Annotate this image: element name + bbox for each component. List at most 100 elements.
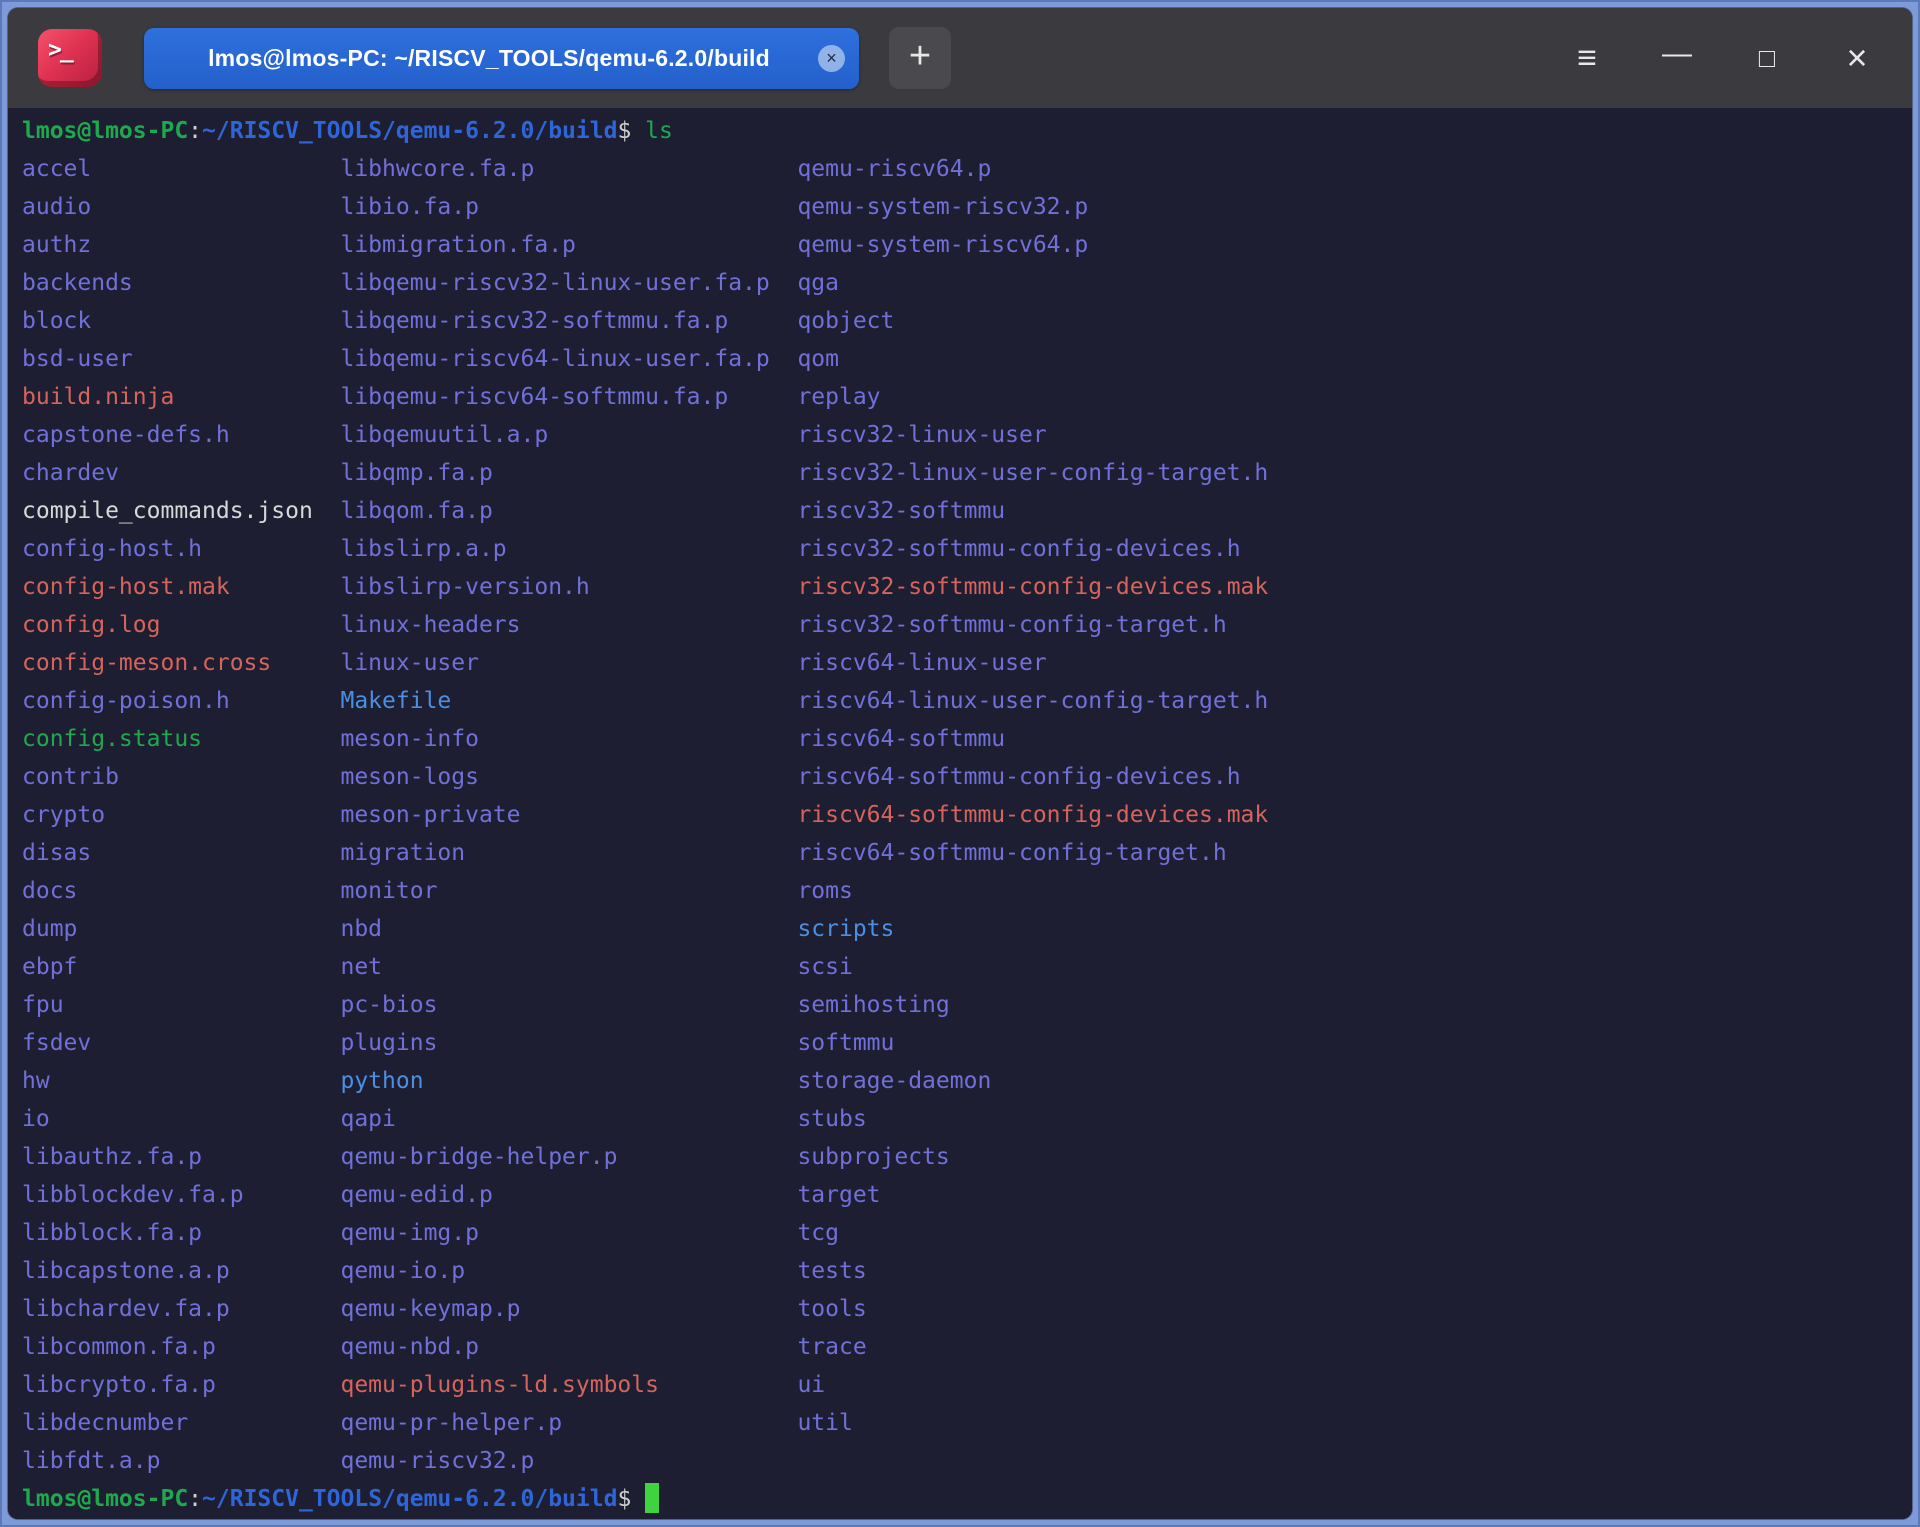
file-entry: tcg xyxy=(797,1214,1912,1252)
prompt-glyph-icon: >_ xyxy=(48,39,72,62)
file-entry: softmmu xyxy=(797,1024,1912,1062)
prompt-segment: $ xyxy=(617,1486,645,1512)
file-entry: riscv32-softmmu xyxy=(797,492,1912,530)
file-entry: riscv64-linux-user-config-target.h xyxy=(797,682,1912,720)
file-entry: libcrypto.fa.p xyxy=(22,1366,340,1404)
terminal-cursor xyxy=(645,1483,659,1513)
file-entry: meson-private xyxy=(340,796,797,834)
close-icon[interactable]: × xyxy=(1832,33,1882,83)
file-entry: nbd xyxy=(340,910,797,948)
file-entry: config-poison.h xyxy=(22,682,340,720)
file-entry: capstone-defs.h xyxy=(22,416,340,454)
file-entry: qemu-nbd.p xyxy=(340,1328,797,1366)
file-entry: qemu-riscv64.p xyxy=(797,150,1912,188)
window-controls: ≡ — □ × xyxy=(1562,33,1882,83)
file-entry: libqmp.fa.p xyxy=(340,454,797,492)
file-entry: libslirp-version.h xyxy=(340,568,797,606)
file-entry: roms xyxy=(797,872,1912,910)
file-entry: subprojects xyxy=(797,1138,1912,1176)
file-entry: scripts xyxy=(797,910,1912,948)
file-entry: hw xyxy=(22,1062,340,1100)
file-entry: riscv64-softmmu-config-devices.mak xyxy=(797,796,1912,834)
file-entry: riscv32-softmmu-config-devices.h xyxy=(797,530,1912,568)
file-entry: libio.fa.p xyxy=(340,188,797,226)
file-entry: qemu-io.p xyxy=(340,1252,797,1290)
prompt-segment: $ xyxy=(617,118,645,144)
prompt-line-command: lmos@lmos-PC:~/RISCV_TOOLS/qemu-6.2.0/bu… xyxy=(22,112,1912,150)
tab-close-icon[interactable]: × xyxy=(818,45,845,72)
file-entry: libqom.fa.p xyxy=(340,492,797,530)
file-entry: pc-bios xyxy=(340,986,797,1024)
file-entry: config-meson.cross xyxy=(22,644,340,682)
file-entry: qemu-system-riscv32.p xyxy=(797,188,1912,226)
file-entry: compile_commands.json xyxy=(22,492,340,530)
file-entry: riscv32-linux-user xyxy=(797,416,1912,454)
tab-active[interactable]: lmos@lmos-PC: ~/RISCV_TOOLS/qemu-6.2.0/b… xyxy=(144,28,859,89)
menu-icon[interactable]: ≡ xyxy=(1562,33,1612,83)
file-entry: docs xyxy=(22,872,340,910)
file-entry: audio xyxy=(22,188,340,226)
file-listing: accelaudioauthzbackendsblockbsd-userbuil… xyxy=(22,150,1912,1480)
file-entry: libqemu-riscv64-softmmu.fa.p xyxy=(340,378,797,416)
file-entry: tools xyxy=(797,1290,1912,1328)
file-entry: plugins xyxy=(340,1024,797,1062)
file-entry: qemu-img.p xyxy=(340,1214,797,1252)
file-entry: libblockdev.fa.p xyxy=(22,1176,340,1214)
file-entry: qemu-riscv32.p xyxy=(340,1442,797,1480)
file-entry: migration xyxy=(340,834,797,872)
file-entry: riscv64-softmmu-config-target.h xyxy=(797,834,1912,872)
file-entry: io xyxy=(22,1100,340,1138)
file-entry: contrib xyxy=(22,758,340,796)
desktop: { "window": { "app_icon_glyph": ">_", "t… xyxy=(0,0,1920,1527)
file-entry: linux-user xyxy=(340,644,797,682)
file-entry: build.ninja xyxy=(22,378,340,416)
file-entry: qobject xyxy=(797,302,1912,340)
file-entry: libhwcore.fa.p xyxy=(340,150,797,188)
file-entry: qemu-pr-helper.p xyxy=(340,1404,797,1442)
file-entry: qemu-plugins-ld.symbols xyxy=(340,1366,797,1404)
file-column-3: qemu-riscv64.pqemu-system-riscv32.pqemu-… xyxy=(797,150,1912,1442)
minimize-icon[interactable]: — xyxy=(1652,33,1702,83)
file-entry: ui xyxy=(797,1366,1912,1404)
file-entry: libchardev.fa.p xyxy=(22,1290,340,1328)
file-entry: libqemuutil.a.p xyxy=(340,416,797,454)
file-entry: replay xyxy=(797,378,1912,416)
file-entry: net xyxy=(340,948,797,986)
file-entry: monitor xyxy=(340,872,797,910)
file-entry: config-host.mak xyxy=(22,568,340,606)
new-tab-button[interactable]: + xyxy=(889,27,951,89)
file-entry: disas xyxy=(22,834,340,872)
file-entry: qga xyxy=(797,264,1912,302)
file-entry: dump xyxy=(22,910,340,948)
maximize-icon[interactable]: □ xyxy=(1742,33,1792,83)
file-entry: tests xyxy=(797,1252,1912,1290)
file-entry: riscv32-softmmu-config-devices.mak xyxy=(797,568,1912,606)
file-entry: meson-info xyxy=(340,720,797,758)
file-entry: qemu-keymap.p xyxy=(340,1290,797,1328)
file-entry: trace xyxy=(797,1328,1912,1366)
terminal-app-icon: >_ xyxy=(38,29,102,87)
file-entry: python xyxy=(340,1062,797,1100)
file-entry: libcommon.fa.p xyxy=(22,1328,340,1366)
file-entry: bsd-user xyxy=(22,340,340,378)
prompt-segment: ~/RISCV_TOOLS/qemu-6.2.0/build xyxy=(202,1486,617,1512)
terminal-window: >_ lmos@lmos-PC: ~/RISCV_TOOLS/qemu-6.2.… xyxy=(8,8,1912,1519)
file-entry: semihosting xyxy=(797,986,1912,1024)
file-entry: linux-headers xyxy=(340,606,797,644)
file-entry: libcapstone.a.p xyxy=(22,1252,340,1290)
file-entry: config.status xyxy=(22,720,340,758)
terminal-content[interactable]: lmos@lmos-PC:~/RISCV_TOOLS/qemu-6.2.0/bu… xyxy=(8,108,1912,1519)
file-entry: qemu-system-riscv64.p xyxy=(797,226,1912,264)
file-entry: riscv32-linux-user-config-target.h xyxy=(797,454,1912,492)
prompt-segment: ~/RISCV_TOOLS/qemu-6.2.0/build xyxy=(202,118,617,144)
file-entry: stubs xyxy=(797,1100,1912,1138)
file-entry: libqemu-riscv32-linux-user.fa.p xyxy=(340,264,797,302)
file-entry: riscv64-linux-user xyxy=(797,644,1912,682)
prompt-segment: : xyxy=(188,118,202,144)
file-entry: libdecnumber xyxy=(22,1404,340,1442)
file-entry: fpu xyxy=(22,986,340,1024)
file-entry: backends xyxy=(22,264,340,302)
file-entry: block xyxy=(22,302,340,340)
file-entry: meson-logs xyxy=(340,758,797,796)
file-entry: chardev xyxy=(22,454,340,492)
